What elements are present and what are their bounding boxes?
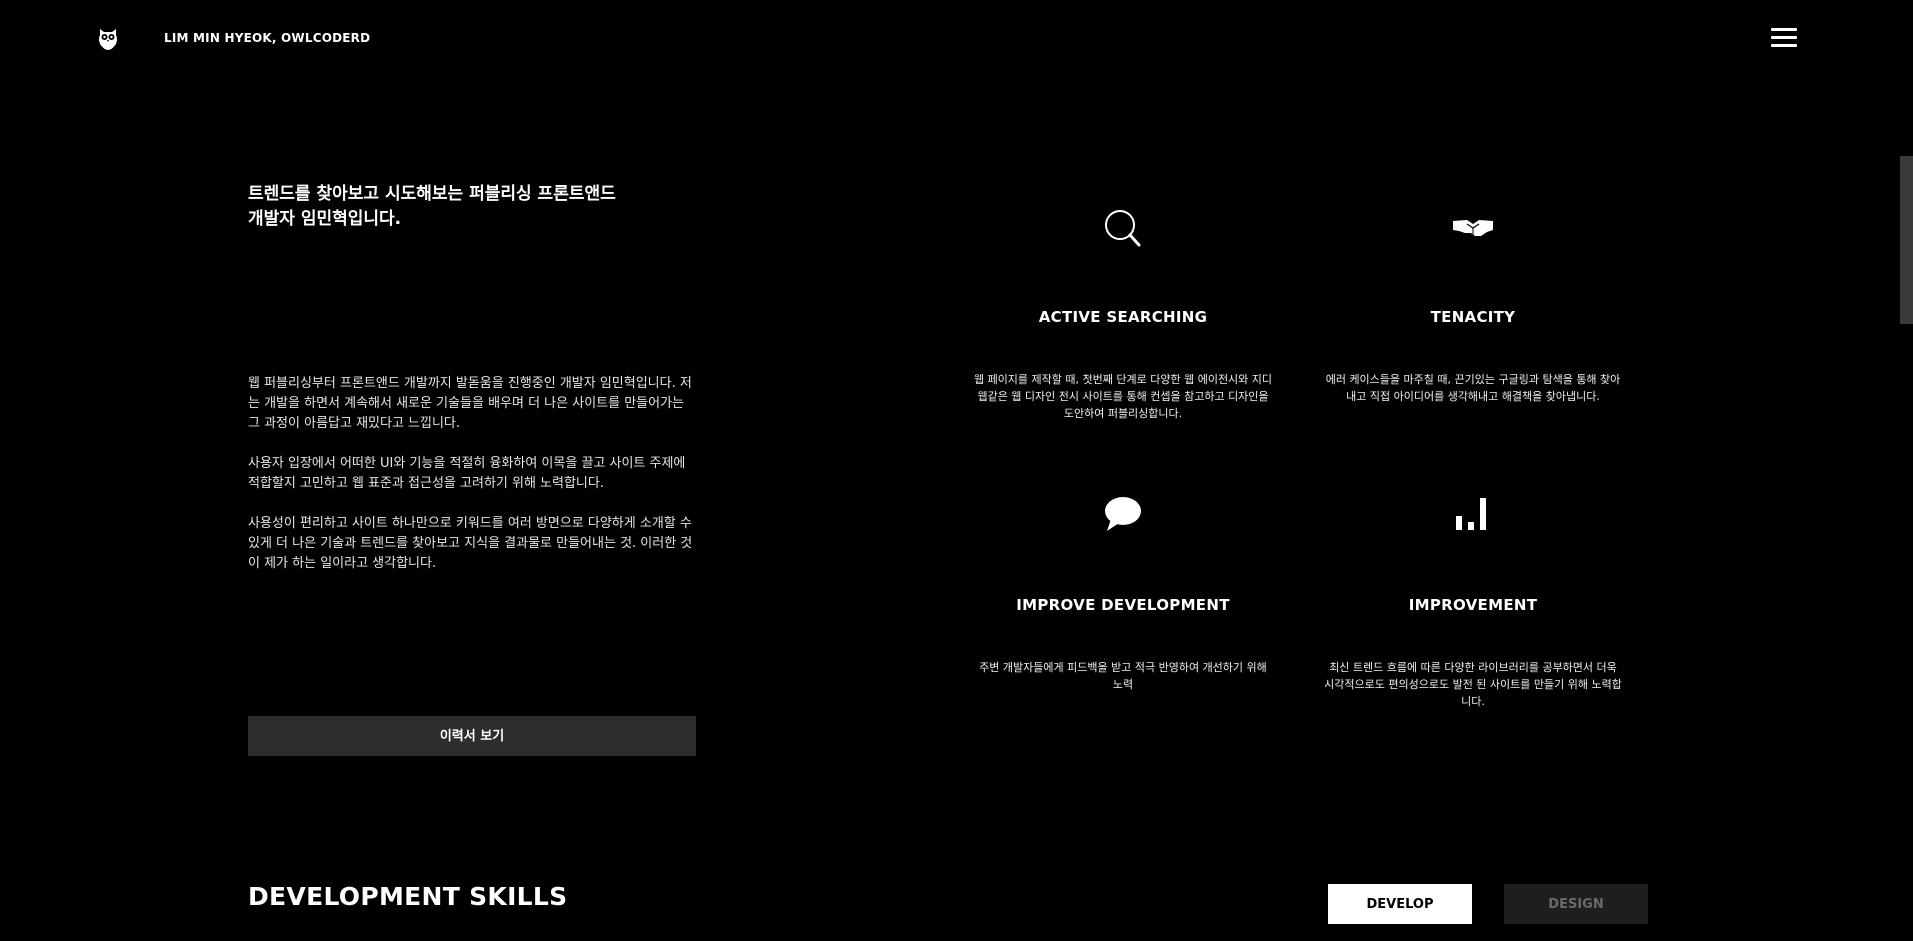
- feature-title: IMPROVE DEVELOPMENT: [1016, 596, 1230, 614]
- resume-button[interactable]: 이력서 보기: [248, 716, 696, 756]
- feature-title: TENACITY: [1430, 308, 1516, 326]
- feature-title: IMPROVEMENT: [1408, 596, 1538, 614]
- feature-title: ACTIVE SEARCHING: [1038, 308, 1208, 326]
- feature-improvement: IMPROVEMENT 최신 트렌드 흐름에 따른 다양한 라이브러리를 공부하…: [1323, 493, 1623, 708]
- site-name[interactable]: LIM MIN HYEOK, OWLCODERD: [164, 31, 370, 45]
- feature-improve-development: IMPROVE DEVELOPMENT 주변 개발자들에게 피드백을 받고 적극…: [973, 493, 1273, 691]
- intro-paragraph: 웹 퍼블리싱부터 프론트앤드 개발까지 발돋움을 진행중인 개발자 임민혁입니다…: [248, 376, 692, 431]
- intro-body: 웹 퍼블리싱부터 프론트앤드 개발까지 발돋움을 진행중인 개발자 임민혁입니다…: [248, 374, 698, 594]
- tab-develop[interactable]: DEVELOP: [1328, 884, 1472, 924]
- intro-paragraph: 사용자 입장에서 어떠한 UI와 기능을 적절히 융화하여 이목을 끌고 사이트…: [248, 456, 686, 491]
- intro-title-line2: 개발자 임민혁입니다.: [248, 209, 402, 229]
- tab-design[interactable]: DESIGN: [1504, 884, 1648, 924]
- handshake-icon: [1453, 220, 1493, 236]
- intro-title-line1: 트렌드를 찾아보고 시도해보는 퍼블리싱 프론트앤드: [248, 184, 616, 204]
- site-header: LIM MIN HYEOK, OWLCODERD: [0, 0, 1913, 78]
- intro-paragraph: 사용성이 편리하고 사이트 하나만으로 키워드를 여러 방면으로 다양하게 소개…: [248, 516, 693, 571]
- feature-tenacity: TENACITY 에러 케이스들을 마주칠 때, 끈기있는 구글링과 탐색을 통…: [1323, 205, 1623, 403]
- hamburger-menu-icon[interactable]: [1771, 28, 1797, 50]
- search-icon: [1105, 210, 1141, 247]
- feature-description: 최신 트렌드 흐름에 따른 다양한 라이브러리를 공부하면서 더욱 시각적으로도…: [1324, 661, 1622, 708]
- feature-description: 웹 페이지를 제작할 때, 첫번째 단계로 다양한 웹 에이전시와 지디웹같은 …: [973, 373, 1273, 420]
- intro-title: 트렌드를 찾아보고 시도해보는 퍼블리싱 프론트앤드 개발자 임민혁입니다.: [248, 182, 668, 232]
- feature-active-searching: ACTIVE SEARCHING 웹 페이지를 제작할 때, 첫번째 단계로 다…: [973, 205, 1273, 420]
- feature-description: 주변 개발자들에게 피드백을 받고 적극 반영하여 개선하기 위해 노력: [979, 661, 1267, 691]
- skills-title: DEVELOPMENT SKILLS: [248, 882, 568, 911]
- bar-chart-icon: [1456, 498, 1486, 530]
- owl-logo-icon[interactable]: [97, 25, 119, 51]
- speech-bubble-icon: [1105, 497, 1141, 531]
- feature-description: 에러 케이스들을 마주칠 때, 끈기있는 구글링과 탐색을 통해 찾아내고 직접…: [1325, 373, 1621, 403]
- scrollbar-thumb[interactable]: [1900, 156, 1913, 324]
